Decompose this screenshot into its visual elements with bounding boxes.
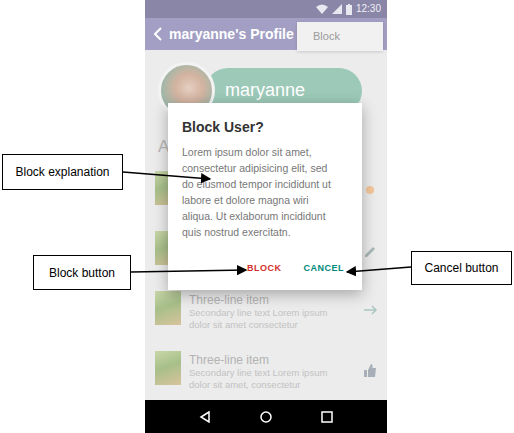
home-icon[interactable]: [260, 411, 272, 423]
row-title: Three-line item: [189, 353, 355, 367]
callout-box: Block button: [33, 255, 131, 290]
row-thumbnail: [155, 351, 181, 385]
status-bar: 12:30: [145, 0, 387, 18]
row-thumbnail: [155, 291, 181, 325]
row-secondary-line: dolor sit amet, consectetur: [189, 379, 355, 391]
row-action-icon[interactable]: [363, 243, 377, 258]
block-button[interactable]: BLOCK: [247, 262, 282, 276]
overflow-menu: Block: [297, 22, 383, 51]
row-secondary-line: Secondary line text Lorem ipsum: [189, 367, 355, 379]
back-icon[interactable]: [199, 411, 211, 423]
menu-item[interactable]: Block: [297, 22, 383, 51]
status-time: 12:30: [356, 4, 381, 14]
row-text: Three-line itemSecondary line text Lorem…: [189, 291, 355, 331]
row-text: Three-line itemSecondary line text Lorem…: [189, 351, 355, 391]
callout-label: Block explanation: [15, 163, 109, 181]
dialog-body-line: quis nostrud exercitatn.: [182, 224, 348, 240]
block-dialog: Block User? Lorem ipsum dolor sit amet,co…: [168, 103, 362, 290]
wifi-icon: [316, 4, 328, 14]
dialog-body-line: do eiusmod tempor incididunt ut: [182, 176, 348, 192]
row-title: Three-line item: [189, 293, 355, 307]
row-secondary-line: dolor sit amet consectetur: [189, 319, 355, 331]
row-action-icon[interactable]: [363, 363, 377, 378]
list-row[interactable]: Three-line itemSecondary line text Lorem…: [145, 291, 387, 351]
callout-label: Block button: [49, 264, 115, 282]
row-secondary-line: Secondary line text Lorem ipsum: [189, 307, 355, 319]
battery-icon: [346, 4, 352, 15]
app-bar-title: maryanne's Profile: [169, 24, 294, 45]
dialog-body: Lorem ipsum dolor sit amet,consectetur a…: [168, 144, 362, 240]
signal-icon: [332, 4, 342, 14]
dialog-body-line: labore et dolore magna wiri: [182, 192, 348, 208]
callout-box: Block explanation: [2, 154, 123, 190]
row-action-icon[interactable]: [363, 183, 377, 198]
list-row[interactable]: Three-line itemSecondary line text Lorem…: [145, 351, 387, 400]
cancel-button[interactable]: CANCEL: [304, 262, 345, 276]
callout-label: Cancel button: [424, 259, 498, 277]
dialog-buttons: BLOCK CANCEL: [168, 262, 362, 290]
dialog-body-line: consectetur adipisicing elit, sed: [182, 160, 348, 176]
recents-icon[interactable]: [321, 411, 333, 423]
callout-box: Cancel button: [411, 251, 512, 285]
back-arrow-icon[interactable]: [153, 27, 163, 41]
dialog-title: Block User?: [168, 118, 362, 136]
row-action-icon[interactable]: [363, 303, 377, 318]
phone-screen: 12:30maryanne's ProfilemaryanneAThree-li…: [145, 0, 387, 433]
dialog-body-line: aliqua. Ut exlaborum incididunt: [182, 208, 348, 224]
dialog-body-line: Lorem ipsum dolor sit amet,: [182, 144, 348, 160]
profile-name: maryanne: [225, 77, 305, 104]
nav-bar: [145, 400, 387, 433]
